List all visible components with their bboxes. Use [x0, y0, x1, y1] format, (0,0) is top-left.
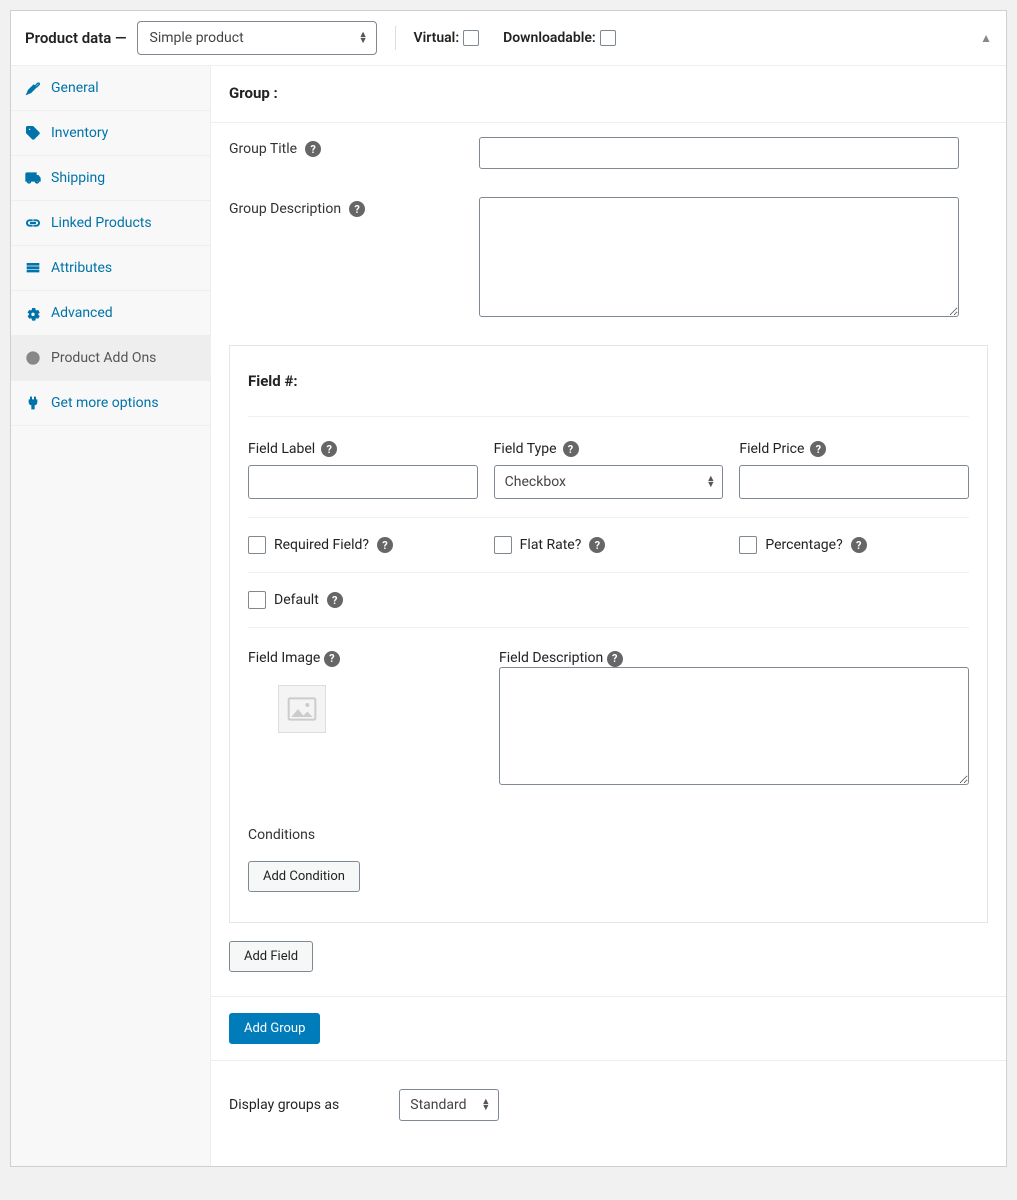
product-type-value: Simple product: [150, 30, 244, 46]
help-icon[interactable]: ?: [349, 201, 365, 217]
panel-title: Product data —: [25, 29, 127, 47]
gear-icon: [25, 305, 41, 321]
plus-circle-icon: [25, 350, 41, 366]
sidebar-item-inventory[interactable]: Inventory: [11, 111, 210, 156]
tag-icon: [25, 125, 41, 141]
sidebar-item-label: Advanced: [51, 305, 113, 321]
display-groups-value: Standard: [410, 1097, 466, 1113]
sidebar-item-label: Shipping: [51, 170, 105, 186]
header-separator: [395, 26, 396, 50]
sidebar-item-label: General: [51, 80, 99, 96]
link-icon: [25, 215, 41, 231]
field-flags-row: Required Field? ? Flat Rate? ? Percentag…: [248, 518, 969, 573]
display-groups-select[interactable]: Standard ▲▼: [399, 1089, 499, 1121]
field-image-upload[interactable]: [278, 685, 326, 733]
required-checkbox[interactable]: [248, 536, 266, 554]
add-field-button[interactable]: Add Field: [229, 941, 313, 972]
required-label: Required Field?: [274, 537, 369, 553]
product-type-select[interactable]: Simple product ▲▼: [137, 21, 377, 55]
sidebar-item-advanced[interactable]: Advanced: [11, 291, 210, 336]
field-box: Field #: Field Label ? Field Type ?: [229, 345, 988, 923]
percentage-label: Percentage?: [765, 537, 842, 553]
sidebar-item-label: Inventory: [51, 125, 108, 141]
field-image-label: Field Image: [248, 650, 320, 666]
sidebar-item-label: Product Add Ons: [51, 350, 156, 366]
group-title-input[interactable]: [479, 137, 959, 169]
plug-icon: [25, 395, 41, 411]
field-main-row: Field Label ? Field Type ? Checkbox: [248, 441, 969, 518]
percentage-checkbox[interactable]: [739, 536, 757, 554]
field-type-select[interactable]: Checkbox: [494, 465, 724, 499]
product-data-panel: Product data — Simple product ▲▼ Virtual…: [10, 10, 1007, 1167]
group-desc-label: Group Description: [229, 201, 341, 217]
flatrate-checkbox[interactable]: [494, 536, 512, 554]
sidebar-item-linked[interactable]: Linked Products: [11, 201, 210, 246]
flatrate-label: Flat Rate?: [520, 537, 582, 553]
sidebar-item-attributes[interactable]: Attributes: [11, 246, 210, 291]
group-title-row: Group Title ?: [211, 123, 1006, 183]
default-row: Default ?: [248, 573, 969, 628]
downloadable-checkbox[interactable]: [600, 30, 616, 46]
field-price-label: Field Price: [739, 441, 804, 457]
group-desc-textarea[interactable]: [479, 197, 959, 317]
truck-icon: [25, 170, 41, 186]
group-title-label: Group Title: [229, 141, 297, 157]
help-icon[interactable]: ?: [327, 592, 343, 608]
help-icon[interactable]: ?: [810, 441, 826, 457]
field-desc-label: Field Description: [499, 650, 603, 666]
add-condition-button[interactable]: Add Condition: [248, 861, 360, 892]
help-icon[interactable]: ?: [563, 441, 579, 457]
content: Group : Group Title ? Group Description …: [211, 66, 1006, 1166]
help-icon[interactable]: ?: [589, 537, 605, 553]
panel-header: Product data — Simple product ▲▼ Virtual…: [11, 11, 1006, 66]
field-type-label: Field Type: [494, 441, 557, 457]
sidebar: General Inventory Shipping Linked Produc…: [11, 66, 211, 1166]
image-desc-row: Field Image ? Field Description ?: [248, 628, 969, 799]
group-heading: Group :: [211, 66, 1006, 122]
field-heading: Field #:: [248, 372, 969, 390]
help-icon[interactable]: ?: [851, 537, 867, 553]
display-groups-row: Display groups as Standard ▲▼: [211, 1060, 1006, 1161]
virtual-label: Virtual:: [414, 30, 460, 46]
downloadable-label: Downloadable:: [503, 30, 596, 46]
select-arrows-icon: ▲▼: [359, 32, 368, 44]
field-desc-textarea[interactable]: [499, 667, 969, 785]
wrench-icon: [25, 80, 41, 96]
conditions-label: Conditions: [248, 827, 969, 843]
field-label-input[interactable]: [248, 465, 478, 499]
panel-body: General Inventory Shipping Linked Produc…: [11, 66, 1006, 1166]
help-icon[interactable]: ?: [321, 441, 337, 457]
collapse-toggle-icon[interactable]: ▲: [980, 31, 992, 45]
virtual-checkbox-wrap: Virtual:: [414, 30, 480, 46]
downloadable-checkbox-wrap: Downloadable:: [503, 30, 616, 46]
help-icon[interactable]: ?: [305, 141, 321, 157]
sidebar-item-more[interactable]: Get more options: [11, 381, 210, 426]
default-checkbox[interactable]: [248, 591, 266, 609]
virtual-checkbox[interactable]: [463, 30, 479, 46]
help-icon[interactable]: ?: [324, 651, 340, 667]
help-icon[interactable]: ?: [607, 651, 623, 667]
select-arrows-icon: ▲▼: [481, 1099, 490, 1111]
sidebar-item-label: Linked Products: [51, 215, 152, 231]
default-label: Default: [274, 592, 319, 608]
help-icon[interactable]: ?: [377, 537, 393, 553]
display-groups-label: Display groups as: [229, 1097, 339, 1113]
field-label-label: Field Label: [248, 441, 315, 457]
list-icon: [25, 260, 41, 276]
sidebar-item-label: Get more options: [51, 395, 159, 411]
add-group-button[interactable]: Add Group: [229, 1013, 320, 1044]
sidebar-item-addons[interactable]: Product Add Ons: [11, 336, 210, 381]
field-price-input[interactable]: [739, 465, 969, 499]
sidebar-item-general[interactable]: General: [11, 66, 210, 111]
group-desc-row: Group Description ?: [211, 183, 1006, 331]
select-arrows-icon: ▲▼: [706, 476, 715, 488]
sidebar-item-label: Attributes: [51, 260, 112, 276]
field-type-value: Checkbox: [505, 474, 566, 490]
sidebar-item-shipping[interactable]: Shipping: [11, 156, 210, 201]
